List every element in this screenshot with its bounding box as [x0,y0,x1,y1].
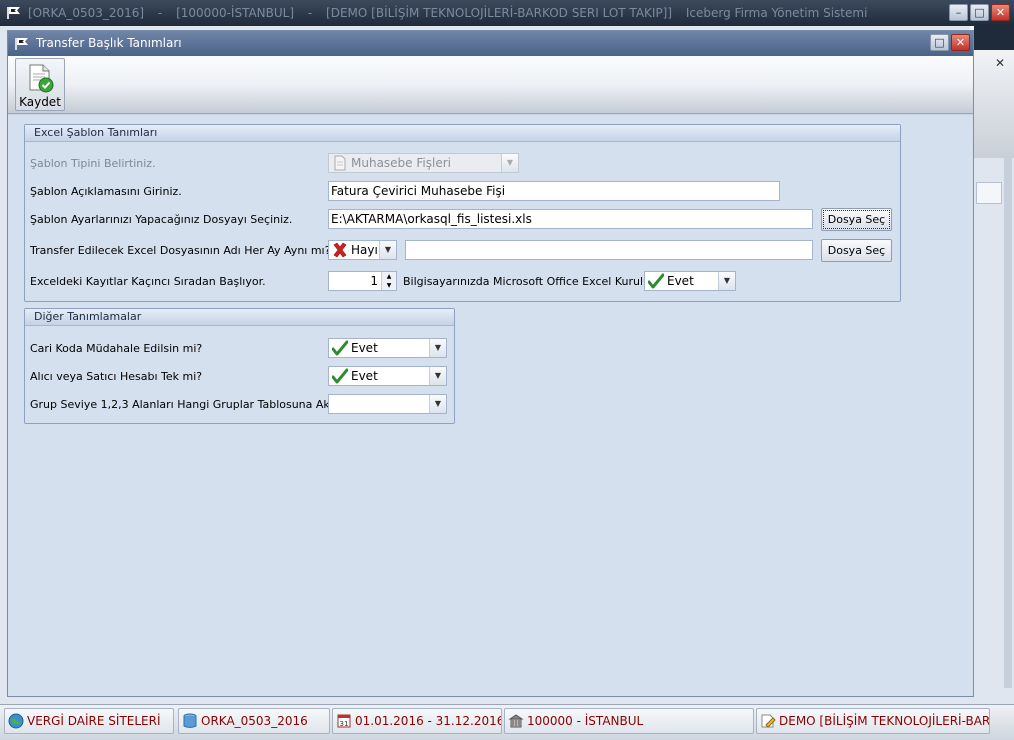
background-scrollbar[interactable] [1004,158,1012,688]
chevron-down-icon: ▼ [501,154,518,172]
app-title-product: Iceberg Firma Yönetim Sistemi [685,6,868,20]
svg-text:31: 31 [340,720,349,728]
document-icon [334,155,346,171]
app-title-sep: - [157,6,163,20]
cari-select[interactable]: Evet ▼ [328,338,447,358]
globe-icon [8,713,24,729]
status-branch-text: 100000 - İSTANBUL [527,714,644,728]
status-bar: VERGİ DAİRE SİTELERİ ORKA_0503_2016 31 0… [0,704,1014,740]
save-button[interactable]: Kaydet [15,58,65,111]
green-check-icon [332,368,348,384]
status-demo[interactable]: DEMO [BİLİŞİM TEKNOLOJİLERİ-BARKOD SERI … [756,708,990,734]
calendar-icon: 31 [337,714,351,728]
dialog-content: Excel Şablon Tanımları Şablon Tipini Bel… [8,115,973,696]
flag-icon [15,38,28,50]
excel-file-input[interactable] [405,240,813,260]
status-demo-text: DEMO [BİLİŞİM TEKNOLOJİLERİ-BARKOD SERI … [779,714,990,728]
start-row-label: Exceldeki Kayıtlar Kaçıncı Sıradan Başlı… [30,275,266,288]
document-check-icon [29,64,54,93]
chevron-down-icon: ▼ [718,272,735,290]
office-installed-label: Bilgisayarınızda Microsoft Office Excel … [403,275,677,288]
green-check-icon [332,340,348,356]
app-title-sep: - [307,6,313,20]
transfer-header-dialog: Transfer Başlık Tanımları □ ✕ Kaydet Exc… [7,30,974,697]
group-title: Diğer Tanımlamalar [25,309,454,326]
same-name-value: Hayır [351,243,383,257]
template-type-select: Muhasebe Fişleri ▼ [328,153,519,173]
excel-file-browse-button[interactable]: Dosya Seç [821,239,892,262]
save-button-label: Kaydet [19,95,61,109]
account-value: Evet [351,369,378,383]
chevron-down-icon: ▼ [379,241,396,259]
flag-icon [7,7,20,19]
template-type-label: Şablon Tipini Belirtiniz. [30,157,156,170]
cari-value: Evet [351,341,378,355]
app-maximize-button[interactable]: □ [970,4,989,21]
app-title-demo: [DEMO [BİLİŞİM TEKNOLOJİLERİ-BARKOD SERI… [326,6,673,20]
app-title-branch: [100000-İSTANBUL] [176,6,295,20]
dialog-close-button[interactable]: ✕ [951,34,970,51]
settings-file-input[interactable]: E:\AKTARMA\orkasql_fis_listesi.xls [328,209,813,229]
chevron-down-icon: ▼ [429,395,446,413]
start-row-value: 1 [370,274,378,288]
dialog-titlebar: Transfer Başlık Tanımları □ ✕ [8,31,973,56]
settings-file-browse-button[interactable]: Dosya Seç [821,208,892,231]
group-title: Excel Şablon Tanımları [25,125,900,142]
app-background-header [974,26,1014,50]
green-check-icon [648,273,664,289]
spin-arrows-icon[interactable]: ▲ ▼ [381,272,396,290]
building-icon [508,714,524,728]
status-period-text: 01.01.2016 - 31.12.2016 [355,714,502,728]
edit-icon [761,714,776,728]
background-close-icon[interactable]: ✕ [995,56,1005,70]
chevron-down-icon: ▼ [429,339,446,357]
account-label: Alıcı veya Satıcı Hesabı Tek mi? [30,370,203,383]
app-close-button[interactable]: ✕ [991,4,1010,21]
dialog-maximize-button[interactable]: □ [930,34,949,51]
background-panel [976,182,1002,204]
status-tax-office-text: VERGİ DAİRE SİTELERİ [27,714,161,728]
red-x-icon [333,242,347,258]
cari-label: Cari Koda Müdahale Edilsin mi? [30,342,203,355]
same-name-label: Transfer Edilecek Excel Dosyasının Adı H… [30,244,331,257]
status-tax-office[interactable]: VERGİ DAİRE SİTELERİ [4,708,174,734]
description-label: Şablon Açıklamasını Giriniz. [30,185,182,198]
status-period[interactable]: 31 01.01.2016 - 31.12.2016 [332,708,502,734]
dialog-title: Transfer Başlık Tanımları [36,36,182,50]
group-level-label: Grup Seviye 1,2,3 Alanları Hangi Gruplar… [30,398,368,411]
status-company-text: ORKA_0503_2016 [201,714,308,728]
status-branch[interactable]: 100000 - İSTANBUL [504,708,754,734]
app-minimize-button[interactable]: – [949,4,968,21]
same-name-select[interactable]: Hayır ▼ [328,240,397,260]
app-title-company: [ORKA_0503_2016] [28,6,145,20]
app-title: [ORKA_0503_2016] - [100000-İSTANBUL] - [… [28,0,877,26]
office-installed-select[interactable]: Evet ▼ [644,271,736,291]
settings-file-label: Şablon Ayarlarınızı Yapacağınız Dosyayı … [30,213,293,226]
other-definitions-group: Diğer Tanımlamalar Cari Koda Müdahale Ed… [24,308,455,424]
excel-template-group: Excel Şablon Tanımları Şablon Tipini Bel… [24,124,901,302]
account-select[interactable]: Evet ▼ [328,366,447,386]
template-type-value: Muhasebe Fişleri [351,156,451,170]
group-level-select[interactable]: ▼ [328,394,447,414]
office-installed-value: Evet [667,274,694,288]
start-row-stepper[interactable]: 1 ▲ ▼ [328,271,397,291]
database-icon [183,713,197,728]
app-titlebar: [ORKA_0503_2016] - [100000-İSTANBUL] - [… [0,0,1014,26]
status-company[interactable]: ORKA_0503_2016 [178,708,330,734]
description-input[interactable]: Fatura Çevirici Muhasebe Fişi [328,181,780,201]
chevron-down-icon: ▼ [429,367,446,385]
dialog-toolbar: Kaydet [8,56,973,114]
